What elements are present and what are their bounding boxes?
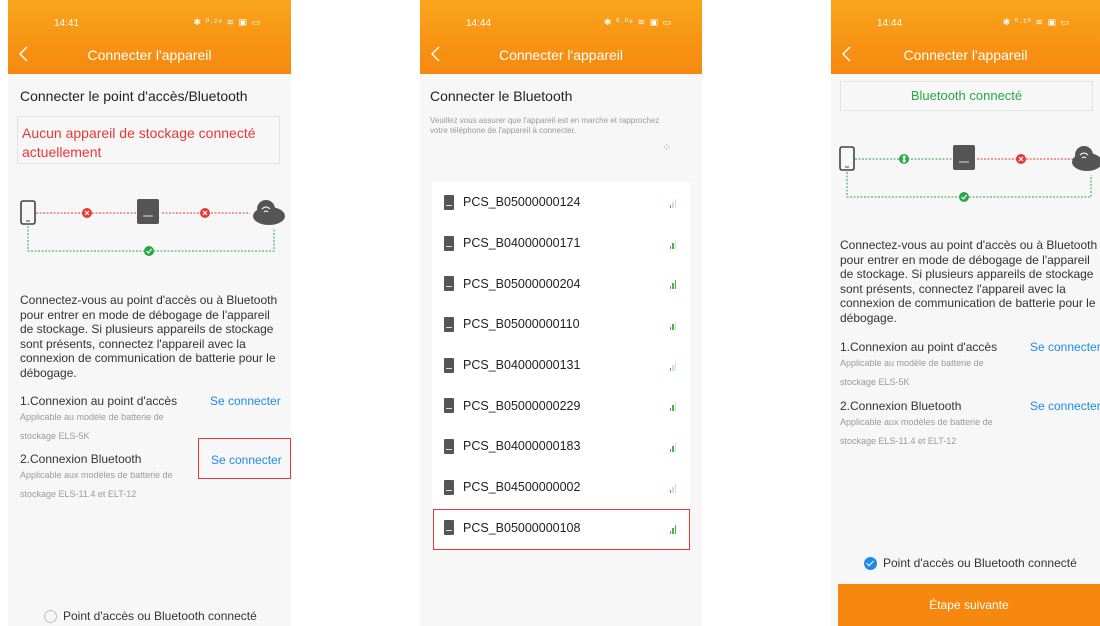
device-name: PCS_B05000000229 xyxy=(463,398,581,413)
device-list: PCS_B05000000124 PCS_B04000000171 PCS_B0… xyxy=(432,182,690,549)
no-device-warning: Aucun appareil de stockage connecté actu… xyxy=(17,116,280,164)
device-item[interactable]: PCS_B05000000110 xyxy=(432,304,690,345)
signal-strength-icon xyxy=(669,442,676,453)
connect-bluetooth-link[interactable]: Se connecter xyxy=(1030,399,1100,413)
option-hotspot-title: 1.Connexion au point d'accès xyxy=(20,394,178,408)
phone-icon xyxy=(839,146,855,171)
status-time: 14:41 xyxy=(54,18,80,29)
connected-checkbox[interactable]: Point d'accès ou Bluetooth connecté xyxy=(864,556,1077,570)
app-header: 14:41 ✱ ⁰·²⁹ ≋ ▣ ▭ Connecter l'appareil xyxy=(8,0,291,74)
option-hotspot-title: 1.Connexion au point d'accès xyxy=(840,340,998,354)
error-icon xyxy=(1016,154,1026,164)
error-icon xyxy=(82,208,92,218)
phone-icon xyxy=(20,200,36,225)
option-bluetooth-title: 2.Connexion Bluetooth xyxy=(20,452,142,466)
screen-title: Connecter l'appareil xyxy=(498,47,624,63)
signal-strength-icon xyxy=(669,198,676,208)
device-icon xyxy=(444,194,454,210)
cloud-wifi-icon xyxy=(253,200,285,225)
status-icons: ✱ ⁰·⁰⁸ ≋ ▣ ▭ xyxy=(603,17,672,27)
connected-checkbox[interactable]: Point d'accès ou Bluetooth connecté xyxy=(44,609,257,623)
phone-screen-2: 14:44 ✱ ⁰·⁰⁸ ≋ ▣ ▭ Connecter l'appareil … xyxy=(420,0,702,626)
device-name: PCS_B04000000171 xyxy=(463,236,581,251)
device-item[interactable]: PCS_B04500000002 xyxy=(432,467,690,508)
device-name: PCS_B05000000110 xyxy=(463,317,580,332)
instructions-text: Connectez-vous au point d'accès ou à Blu… xyxy=(20,293,278,380)
battery-device-icon xyxy=(953,145,975,170)
bluetooth-success-icon xyxy=(899,154,909,164)
radio-unchecked-icon xyxy=(44,609,57,623)
signal-strength-icon xyxy=(669,279,676,290)
device-name: PCS_B04000000131 xyxy=(463,358,581,373)
status-icons: ✱ ⁰·²⁹ ≋ ▣ ▭ xyxy=(193,17,261,27)
device-item[interactable]: PCS_B05000000204 xyxy=(432,263,690,304)
checkbox-label: Point d'accès ou Bluetooth connecté xyxy=(883,556,1077,570)
device-name: PCS_B04000000183 xyxy=(463,439,581,454)
loading-spinner-icon: ⁘ xyxy=(662,142,672,154)
cloud-wifi-icon xyxy=(1072,146,1100,171)
device-icon xyxy=(444,276,454,292)
section-title: Connecter le Bluetooth xyxy=(430,88,573,104)
bluetooth-hint: Veuillez vous assurer que l'appareil est… xyxy=(430,116,660,135)
device-name: PCS_B04500000002 xyxy=(463,480,581,495)
signal-strength-icon xyxy=(669,483,676,493)
app-header: 14:44 ✱ ⁰·¹⁰ ≋ ▣ ▭ Connecter l'appareil xyxy=(831,0,1100,74)
signal-strength-icon xyxy=(669,401,676,412)
phone-screen-1: 14:41 ✱ ⁰·²⁹ ≋ ▣ ▭ Connecter l'appareil … xyxy=(8,0,291,626)
device-icon xyxy=(444,235,454,251)
connection-diagram xyxy=(839,145,1100,202)
connection-diagram xyxy=(20,199,285,256)
highlight-frame xyxy=(433,509,690,550)
bluetooth-status-box: Bluetooth connecté xyxy=(840,81,1093,111)
success-icon xyxy=(144,246,154,256)
device-icon xyxy=(444,357,454,373)
connect-bluetooth-link[interactable]: Se connecter xyxy=(211,453,282,467)
signal-strength-icon xyxy=(669,361,676,371)
next-step-button[interactable]: Étape suivante xyxy=(838,584,1100,626)
app-header: 14:44 ✱ ⁰·⁰⁸ ≋ ▣ ▭ Connecter l'appareil xyxy=(420,0,702,74)
signal-strength-icon xyxy=(669,320,676,331)
connect-hotspot-link[interactable]: Se connecter xyxy=(210,394,281,408)
screen-title: Connecter l'appareil xyxy=(87,47,212,63)
status-time: 14:44 xyxy=(466,18,492,29)
battery-device-icon xyxy=(137,199,159,224)
device-item[interactable]: PCS_B04000000131 xyxy=(432,345,690,386)
option-hotspot-subtitle: Applicable au modèle de batterie de stoc… xyxy=(840,358,984,387)
device-item[interactable]: PCS_B05000000229 xyxy=(432,385,690,426)
success-icon xyxy=(959,192,969,202)
device-icon xyxy=(444,398,454,414)
device-icon xyxy=(444,316,454,332)
device-item[interactable]: PCS_B05000000124 xyxy=(432,182,690,223)
checkmark-icon xyxy=(864,556,877,570)
option-bluetooth-title: 2.Connexion Bluetooth xyxy=(840,399,962,413)
error-icon xyxy=(200,208,210,218)
connect-hotspot-link[interactable]: Se connecter xyxy=(1030,340,1100,354)
option-bluetooth-subtitle: Applicable aux modèles de batterie de st… xyxy=(840,417,993,446)
screen-title: Connecter l'appareil xyxy=(903,47,1028,63)
option-hotspot-subtitle: Applicable au modèle de batterie de stoc… xyxy=(20,412,164,441)
device-item[interactable]: PCS_B04000000171 xyxy=(432,223,690,264)
phone-screen-3: 14:44 ✱ ⁰·¹⁰ ≋ ▣ ▭ Connecter l'appareil … xyxy=(831,0,1100,626)
status-time: 14:44 xyxy=(877,18,903,29)
instructions-text: Connectez-vous au point d'accès ou à Blu… xyxy=(840,238,1098,325)
device-icon xyxy=(444,438,454,454)
device-icon xyxy=(444,479,454,495)
section-title: Connecter le point d'accès/Bluetooth xyxy=(20,88,248,104)
signal-strength-icon xyxy=(669,239,676,249)
device-name: PCS_B05000000204 xyxy=(463,276,581,291)
status-icons: ✱ ⁰·¹⁰ ≋ ▣ ▭ xyxy=(1002,17,1070,27)
checkbox-label: Point d'accès ou Bluetooth connecté xyxy=(63,609,257,623)
device-item[interactable]: PCS_B04000000183 xyxy=(432,426,690,467)
option-bluetooth-subtitle: Applicable aux modèles de batterie de st… xyxy=(20,470,173,499)
device-name: PCS_B05000000124 xyxy=(463,195,581,210)
